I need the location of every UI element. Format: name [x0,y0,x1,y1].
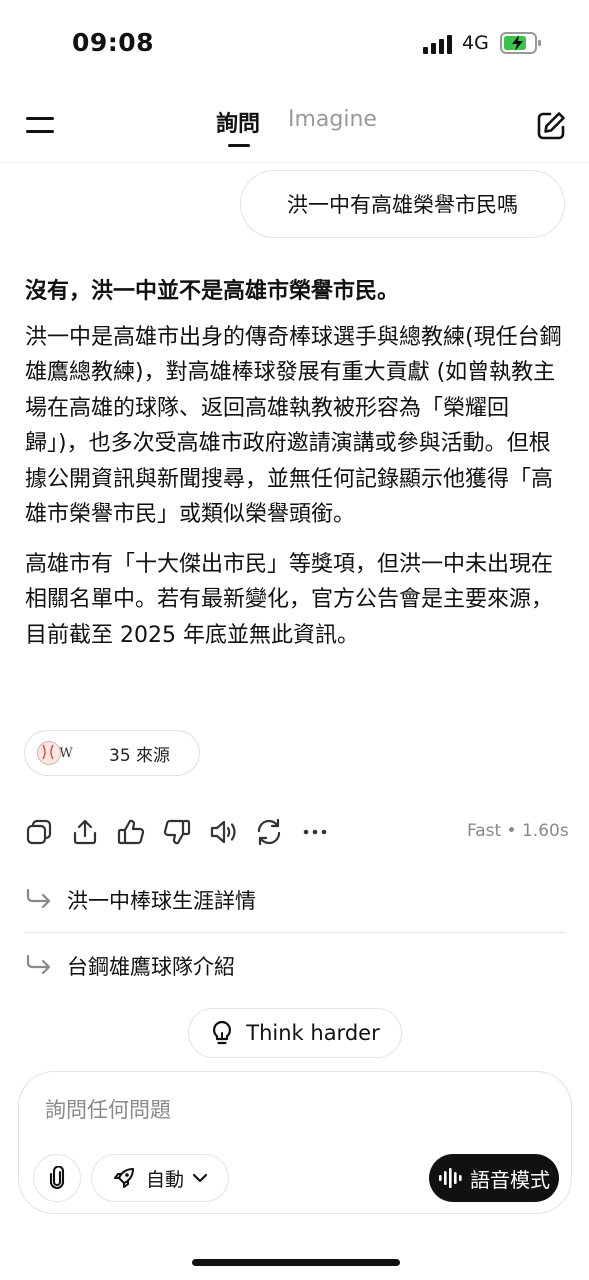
think-harder-button[interactable]: Think harder [188,1008,402,1058]
battery-charging-icon [500,32,541,54]
active-tab-indicator [228,144,250,147]
mode-selector[interactable]: 自動 [91,1154,229,1202]
speaker-icon[interactable] [208,817,238,847]
header-divider [0,162,589,163]
thumbs-down-icon[interactable] [162,817,192,847]
tab-ask[interactable]: 詢問 [216,106,260,138]
paperclip-icon [49,1166,65,1190]
compose-icon[interactable] [535,110,567,142]
rocket-icon [113,1168,134,1188]
followup-divider [24,932,566,933]
cellular-signal-icon [423,35,452,54]
attach-button[interactable] [33,1154,81,1202]
answer-paragraph-2: 高雄市有「十大傑出市民」等獎項，但洪一中未出現在相關名單中。若有最新變化，官方公… [25,551,554,648]
regenerate-icon[interactable] [254,817,284,847]
followup-item-2[interactable]: 台鋼雄鷹球隊介紹 [24,939,566,993]
return-arrow-icon [26,888,51,909]
copy-icon[interactable] [24,817,54,847]
waveform-icon [439,1168,462,1188]
lightbulb-icon [213,1020,232,1045]
baseball-source-icon [37,741,61,765]
followup-item-1[interactable]: 洪一中棒球生涯詳情 [24,873,566,927]
answer-lead: 沒有，洪一中並不是高雄市榮譽市民。 [25,279,400,304]
followup-label: 台鋼雄鷹球隊介紹 [67,955,235,979]
network-label: 4G [462,32,489,54]
sources-count: 35 來源 [109,745,171,766]
chevron-down-icon [192,1173,208,1183]
think-harder-label: Think harder [246,1021,380,1045]
user-message-text: 洪一中有高雄榮譽市民嗎 [287,193,518,217]
thumbs-up-icon[interactable] [116,817,146,847]
prompt-input[interactable] [43,1092,527,1128]
voice-mode-button[interactable]: 語音模式 [429,1154,559,1202]
menu-icon[interactable] [24,112,56,138]
composer: 自動 語音模式 [18,1071,572,1214]
return-arrow-icon [26,954,51,975]
tab-imagine[interactable]: Imagine [288,107,377,132]
sources-button[interactable]: W 35 來源 [24,730,200,776]
voice-mode-label: 語音模式 [470,1167,550,1192]
more-icon[interactable] [300,817,330,847]
followup-label: 洪一中棒球生涯詳情 [67,889,256,913]
mode-label: 自動 [145,1168,184,1191]
answer-paragraph-1: 洪一中是高雄市出身的傳奇棒球選手與總教練(現任台鋼雄鷹總教練)，對高雄棒球發展有… [25,324,562,528]
assistant-answer: 沒有，洪一中並不是高雄市榮譽市民。 洪一中是高雄市出身的傳奇棒球選手與總教練(現… [25,274,570,667]
home-indicator [192,1259,400,1266]
response-actions [24,815,346,849]
response-meta: Fast • 1.60s [467,821,569,841]
share-icon[interactable] [70,817,100,847]
status-time: 09:08 [72,28,155,57]
user-message-bubble: 洪一中有高雄榮譽市民嗎 [240,170,565,238]
